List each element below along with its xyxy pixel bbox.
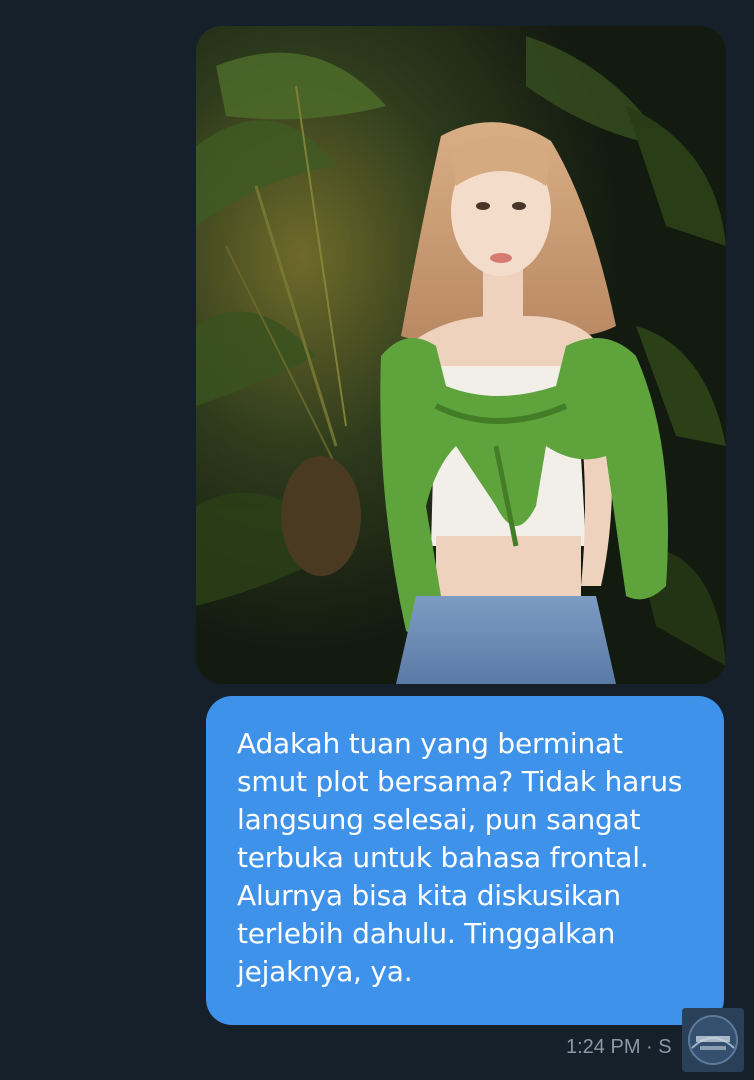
base-logo-watermark-icon bbox=[682, 1008, 744, 1072]
photo-illustration bbox=[196, 26, 726, 684]
message-time: 1:24 PM bbox=[566, 1036, 641, 1058]
message-status[interactable]: S bbox=[658, 1036, 671, 1058]
message-meta: 1:24 PM · S bbox=[566, 1036, 672, 1059]
meta-separator: · bbox=[646, 1036, 653, 1058]
message-image[interactable] bbox=[196, 26, 726, 684]
message-bubble[interactable]: Adakah tuan yang berminat smut plot bers… bbox=[206, 696, 724, 1025]
